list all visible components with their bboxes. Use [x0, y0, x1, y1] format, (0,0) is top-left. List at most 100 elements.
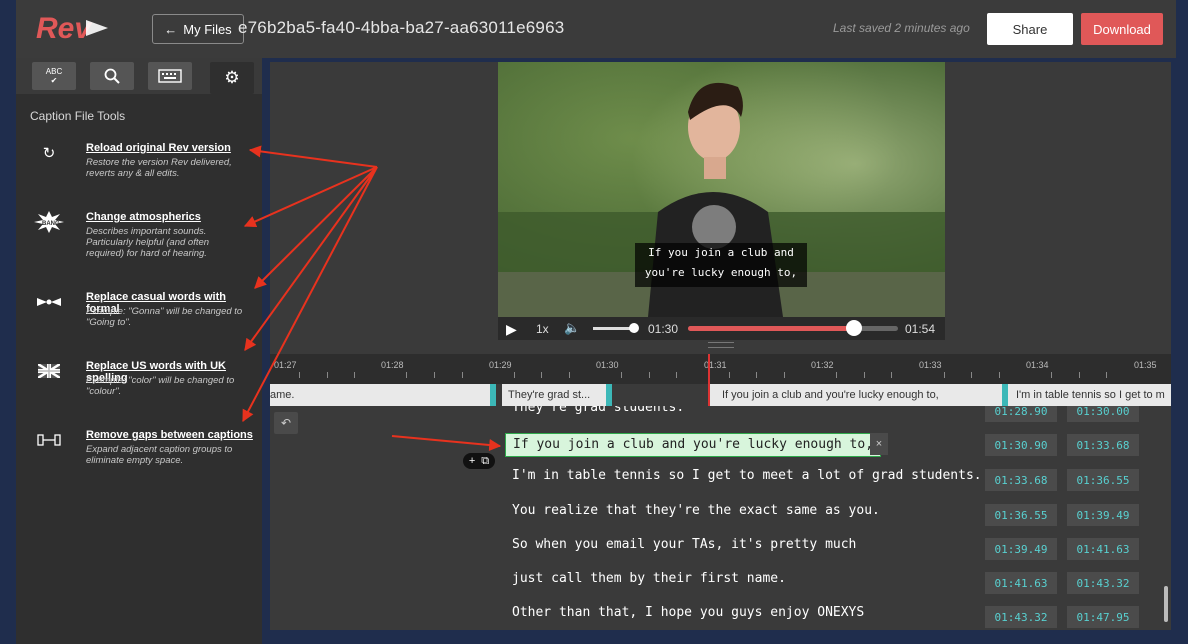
line-tools[interactable]: + ⧉	[463, 453, 495, 469]
end-time[interactable]: 01:43.32	[1067, 572, 1139, 594]
tick-label: 01:30	[596, 360, 619, 370]
play-icon[interactable]: ▶	[506, 321, 517, 338]
segment-text: If you join a club and you're lucky enou…	[722, 389, 939, 401]
progress-handle[interactable]	[846, 320, 862, 336]
caption-times: 01:30.90 01:33.68	[985, 434, 1145, 456]
caption-line-active[interactable]: If you join a club and you're lucky enou…	[505, 433, 882, 457]
share-button[interactable]: Share	[987, 13, 1073, 45]
close-icon[interactable]: ×	[870, 433, 888, 455]
tick-mark	[649, 372, 650, 378]
reload-description: Restore the version Rev delivered, rever…	[86, 157, 232, 179]
caption-line[interactable]: You realize that they're the exact same …	[512, 503, 880, 518]
segment-text: They're grad st...	[508, 389, 591, 401]
video-player[interactable]: If you join a club and you're lucky enou…	[498, 62, 945, 340]
caption-line[interactable]: They're grad students.	[512, 406, 684, 415]
tick-mark	[756, 372, 757, 378]
tick-label: 01:28	[381, 360, 404, 370]
caption-overlay: If you join a club and you're lucky enou…	[635, 243, 807, 287]
end-time[interactable]: 01:47.95	[1067, 606, 1139, 628]
start-time[interactable]: 01:39.49	[985, 538, 1057, 560]
start-time[interactable]: 01:41.63	[985, 572, 1057, 594]
svg-text:Rev: Rev	[36, 12, 93, 45]
tick-mark	[944, 372, 945, 378]
caption-segments: ame. They're grad st... If you join a cl…	[270, 384, 1171, 406]
volume-icon[interactable]: 🔈	[564, 320, 580, 336]
segment-handle[interactable]	[606, 384, 612, 406]
search-tab[interactable]	[90, 62, 134, 90]
caption-times: 01:28.90 01:30.00	[985, 406, 1145, 422]
tick-mark	[299, 372, 300, 378]
undo-button[interactable]: ↶	[274, 412, 298, 434]
caption-line[interactable]: just call them by their first name.	[512, 571, 786, 586]
tick-mark	[434, 372, 435, 378]
end-time[interactable]: 01:41.63	[1067, 538, 1139, 560]
tick-label: 01:35	[1134, 360, 1157, 370]
my-files-label: My Files	[183, 21, 232, 37]
start-time[interactable]: 01:33.68	[985, 469, 1057, 491]
remove-gaps-link[interactable]: Remove gaps between captions	[86, 429, 253, 441]
volume-slider[interactable]	[593, 327, 633, 330]
app-frame: Rev ← My Files e76b2ba5-fa40-4bba-ba27-a…	[0, 0, 1188, 644]
speed-button[interactable]: 1x	[536, 322, 549, 336]
svg-text:BANG: BANG	[42, 221, 60, 227]
keyboard-tab[interactable]	[148, 62, 192, 90]
tick-label: 01:34	[1026, 360, 1049, 370]
reload-link[interactable]: Reload original Rev version	[86, 142, 231, 154]
tick-mark	[406, 372, 407, 378]
tick-mark	[971, 372, 972, 378]
tick-mark	[864, 372, 865, 378]
caption-overlay-line1: If you join a club and	[648, 246, 794, 259]
caption-line[interactable]: So when you email your TAs, it's pretty …	[512, 537, 856, 552]
start-time[interactable]: 01:30.90	[985, 434, 1057, 456]
start-time[interactable]: 01:43.32	[985, 606, 1057, 628]
sidebar: ABC ✔ ⚙ Caption File Tools ↻ Reload origi…	[16, 58, 262, 644]
tick-mark	[1051, 372, 1052, 378]
caption-segment[interactable]: They're grad st...	[502, 384, 606, 406]
playhead[interactable]	[708, 354, 710, 412]
resize-handle[interactable]	[708, 342, 734, 348]
start-time[interactable]: 01:28.90	[985, 406, 1057, 422]
caption-times: 01:36.55 01:39.49	[985, 504, 1145, 526]
keyboard-icon	[158, 69, 182, 83]
tick-label: 01:27	[274, 360, 297, 370]
spellcheck-tab[interactable]: ABC ✔	[32, 62, 76, 90]
gear-icon: ⚙	[224, 68, 240, 87]
rev-logo[interactable]: Rev	[34, 10, 114, 46]
duration: 01:54	[905, 322, 936, 336]
main-panel: If you join a club and you're lucky enou…	[270, 62, 1171, 630]
caption-segment-active[interactable]: If you join a club and you're lucky enou…	[710, 384, 1002, 406]
caption-segment[interactable]: I'm in table tennis so I get to m	[1008, 384, 1171, 406]
end-time[interactable]: 01:39.49	[1067, 504, 1139, 526]
uk-flag-icon	[32, 360, 66, 382]
sidebar-title: Caption File Tools	[30, 109, 126, 123]
caption-line[interactable]: Other than that, I hope you guys enjoy O…	[512, 605, 864, 620]
caption-segment[interactable]: ame.	[270, 384, 490, 406]
split-icon[interactable]: ⧉	[481, 455, 489, 468]
timeline-ruler[interactable]: 01:27 01:28 01:29 01:30 01:31 01:32 01:3…	[270, 354, 1171, 384]
saved-status: Last saved 2 minutes ago	[833, 21, 970, 35]
caption-line[interactable]: I'm in table tennis so I get to meet a l…	[512, 468, 982, 483]
settings-tab[interactable]: ⚙	[210, 62, 254, 94]
scrollbar[interactable]	[1164, 586, 1168, 622]
end-time[interactable]: 01:30.00	[1067, 406, 1139, 422]
tick-mark	[676, 372, 677, 378]
progress-track[interactable]	[688, 320, 898, 336]
current-time: 01:30	[648, 322, 679, 336]
reload-icon: ↻	[42, 145, 56, 162]
plus-icon[interactable]: +	[469, 455, 475, 467]
start-time[interactable]: 01:36.55	[985, 504, 1057, 526]
tick-mark	[514, 372, 515, 378]
undo-icon: ↶	[280, 416, 292, 430]
tick-mark	[462, 372, 463, 378]
tick-mark	[541, 372, 542, 378]
progress-fill	[688, 326, 854, 331]
atmospherics-link[interactable]: Change atmospherics	[86, 211, 201, 223]
end-time[interactable]: 01:36.55	[1067, 469, 1139, 491]
my-files-button[interactable]: ← My Files	[152, 14, 244, 44]
end-time[interactable]: 01:33.68	[1067, 434, 1139, 456]
volume-handle[interactable]	[629, 323, 639, 333]
download-button[interactable]: Download	[1081, 13, 1163, 45]
remove-gaps-description: Expand adjacent caption groups to elimin…	[86, 444, 233, 466]
caption-editor: ↶ They're grad students. 01:28.90 01:30.…	[270, 406, 1171, 630]
segment-handle[interactable]	[490, 384, 496, 406]
